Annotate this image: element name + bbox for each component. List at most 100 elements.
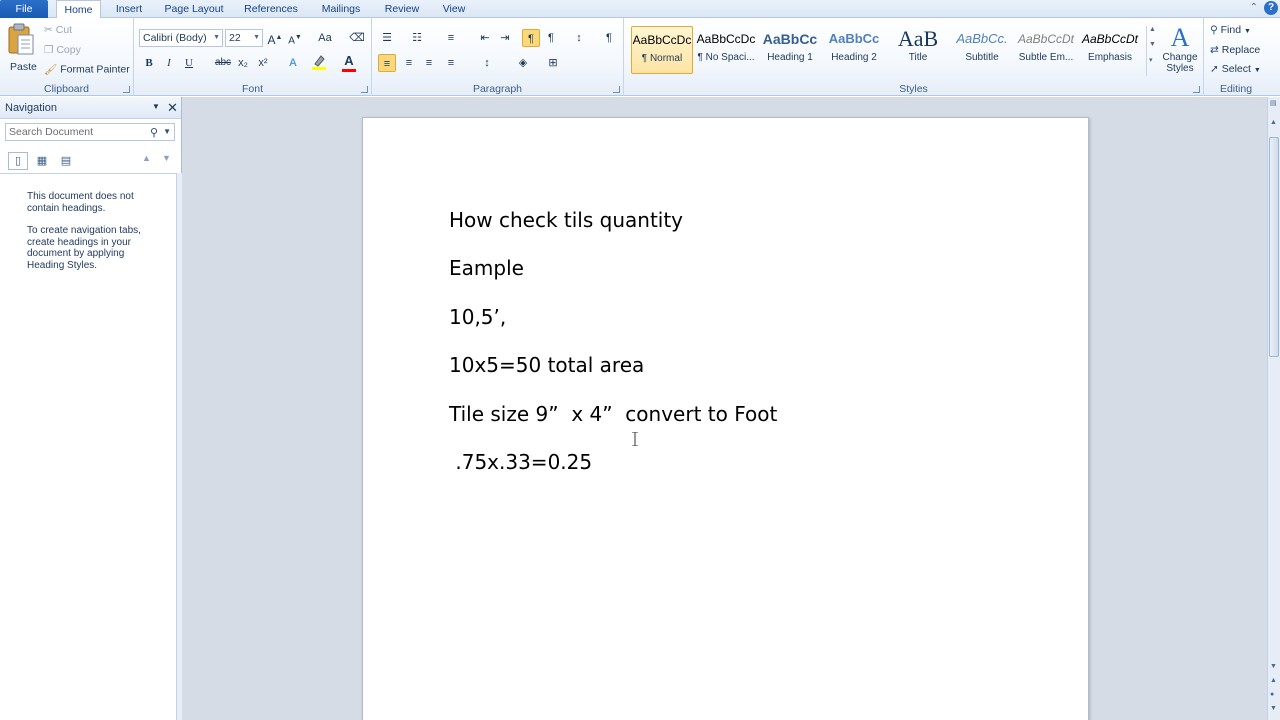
style-heading-1[interactable]: AaBbCc Heading 1 bbox=[759, 26, 821, 74]
style-no-spacing[interactable]: AaBbCcDc ¶ No Spaci... bbox=[695, 26, 757, 74]
style-subtitle[interactable]: AaBbCc. Subtitle bbox=[951, 26, 1013, 74]
chevron-down-icon[interactable]: ▼ bbox=[152, 102, 160, 111]
ruler-toggle-icon[interactable]: ▤ bbox=[1270, 99, 1277, 107]
browse-pages-icon[interactable]: ▦ bbox=[32, 152, 52, 170]
sort-icon[interactable]: ↕ bbox=[570, 29, 588, 47]
align-right-icon[interactable]: ≡ bbox=[420, 54, 438, 72]
highlight-button[interactable] bbox=[310, 54, 328, 72]
scissors-icon: ✂ bbox=[44, 24, 53, 37]
decrease-indent-icon[interactable]: ⇤ bbox=[476, 29, 494, 47]
style-name: ¶ No Spaci... bbox=[697, 52, 755, 63]
close-icon[interactable]: ✕ bbox=[167, 100, 178, 116]
change-styles-label: Change Styles bbox=[1162, 52, 1198, 74]
styles-launcher-icon[interactable] bbox=[1193, 86, 1200, 93]
document-line[interactable]: How check tils quantity bbox=[449, 208, 683, 232]
style-subtle-emphasis[interactable]: AaBbCcDt Subtle Em... bbox=[1015, 26, 1077, 74]
underline-button[interactable]: U bbox=[180, 54, 198, 72]
borders-icon[interactable]: ⊞ bbox=[544, 54, 562, 72]
bullets-icon[interactable]: ☰ bbox=[378, 29, 396, 47]
text-effects-icon[interactable]: A bbox=[284, 54, 302, 72]
style-emphasis[interactable]: AaBbCcDt Emphasis bbox=[1079, 26, 1141, 74]
grow-font-button[interactable]: A▲ bbox=[266, 29, 284, 47]
vertical-scrollbar[interactable]: ▤ ▲ ▼ ▲ ● ▼ bbox=[1267, 97, 1280, 720]
strikethrough-button[interactable]: abc bbox=[212, 54, 234, 72]
change-styles-button[interactable]: A Change Styles bbox=[1160, 24, 1200, 75]
ltr-direction-icon[interactable]: ¶ bbox=[522, 29, 540, 47]
document-line[interactable]: 10,5’, bbox=[449, 305, 506, 329]
style-heading-2[interactable]: AaBbCc Heading 2 bbox=[823, 26, 885, 74]
tab-insert[interactable]: Insert bbox=[108, 0, 150, 18]
scroll-up-icon[interactable]: ▲ bbox=[1270, 119, 1277, 126]
document-line[interactable]: .75x.33=0.25 bbox=[449, 450, 592, 474]
document-page[interactable]: How check tils quantity Eample 10,5’, 10… bbox=[362, 117, 1089, 720]
font-size-combo[interactable]: 22 ▼ bbox=[225, 29, 263, 47]
justify-icon[interactable]: ≡ bbox=[442, 54, 460, 72]
numbering-icon[interactable]: ☷ bbox=[408, 29, 426, 47]
shading-icon[interactable]: ◈ bbox=[514, 54, 532, 72]
document-line[interactable]: Tile size 9” x 4” convert to Foot bbox=[449, 402, 777, 426]
tab-view[interactable]: View bbox=[436, 0, 472, 18]
font-launcher-icon[interactable] bbox=[361, 86, 368, 93]
minimize-ribbon-icon[interactable]: ⌃ bbox=[1250, 2, 1258, 13]
replace-icon: ⇄ bbox=[1210, 44, 1219, 56]
tab-home[interactable]: Home bbox=[56, 0, 101, 19]
scrollbar-thumb[interactable] bbox=[1269, 137, 1279, 357]
styles-gallery-scroll[interactable]: ▲ ▼ ▾ bbox=[1146, 26, 1156, 76]
font-color-button[interactable]: A bbox=[340, 54, 358, 72]
replace-button[interactable]: ⇄ Replace bbox=[1210, 44, 1260, 56]
line-spacing-icon[interactable]: ↕ bbox=[478, 54, 496, 72]
tab-review[interactable]: Review bbox=[378, 0, 426, 18]
scroll-down-icon[interactable]: ▼ bbox=[1270, 663, 1277, 670]
grow-font-icon: A bbox=[267, 33, 276, 47]
search-icon[interactable]: ⚲ bbox=[150, 125, 158, 141]
browse-object-icon[interactable]: ● bbox=[1270, 691, 1274, 698]
tab-references[interactable]: References bbox=[238, 0, 304, 18]
tab-page-layout[interactable]: Page Layout bbox=[160, 0, 228, 18]
document-line[interactable]: 10x5=50 total area bbox=[449, 353, 644, 377]
format-painter-button[interactable]: 🖌 Format Painter bbox=[44, 63, 130, 76]
show-formatting-button[interactable]: ¶ bbox=[600, 29, 618, 47]
subscript-button[interactable]: x₂ bbox=[234, 54, 252, 72]
browse-headings-icon[interactable]: ▯ bbox=[8, 152, 28, 170]
document-line[interactable]: Eample bbox=[449, 256, 524, 280]
font-family-combo[interactable]: Calibri (Body) ▼ bbox=[139, 29, 223, 47]
chevron-down-icon: ▼ bbox=[253, 34, 260, 41]
paragraph-group-label: Paragraph bbox=[472, 83, 523, 95]
clipboard-launcher-icon[interactable] bbox=[123, 86, 130, 93]
font-family-value: Calibri (Body) bbox=[143, 32, 207, 44]
shrink-font-button[interactable]: A▼ bbox=[286, 29, 304, 47]
select-button[interactable]: ➚ Select ▼ bbox=[1210, 63, 1261, 75]
style-normal[interactable]: AaBbCcDc ¶ Normal bbox=[631, 26, 693, 74]
clear-formatting-icon[interactable]: ⌫ bbox=[348, 29, 366, 47]
tab-file[interactable]: File bbox=[0, 0, 48, 18]
browse-results-icon[interactable]: ▤ bbox=[56, 152, 76, 170]
next-icon[interactable]: ▼ bbox=[162, 153, 171, 163]
bold-button[interactable]: B bbox=[140, 54, 158, 72]
cut-button[interactable]: ✂ Cut bbox=[44, 24, 72, 36]
style-title[interactable]: AaB Title bbox=[887, 26, 949, 74]
multilevel-list-icon[interactable]: ≡ bbox=[442, 29, 460, 47]
tab-mailings[interactable]: Mailings bbox=[314, 0, 368, 18]
rtl-direction-icon[interactable]: ¶ bbox=[542, 29, 560, 47]
change-case-button[interactable]: Aa bbox=[314, 29, 336, 47]
paste-button[interactable]: Paste bbox=[6, 23, 38, 75]
previous-icon[interactable]: ▲ bbox=[142, 153, 151, 163]
italic-button[interactable]: I bbox=[160, 54, 178, 72]
previous-page-icon[interactable]: ▲ bbox=[1270, 677, 1277, 684]
superscript-button[interactable]: x² bbox=[254, 54, 272, 72]
style-sample: AaBbCcDt bbox=[1017, 32, 1075, 46]
paragraph-launcher-icon[interactable] bbox=[613, 86, 620, 93]
align-left-icon[interactable]: ≡ bbox=[378, 54, 396, 72]
styles-group: AaBbCcDc ¶ Normal AaBbCcDc ¶ No Spaci...… bbox=[624, 18, 1204, 96]
paragraph-group: ☰ ☷ ≡ ⇤ ⇥ ¶ ¶ ↕ ¶ ≡ ≡ ≡ ≡ ↕ ◈ ⊞ Paragrap… bbox=[372, 18, 624, 96]
navigation-divider bbox=[0, 173, 181, 174]
help-icon[interactable]: ? bbox=[1264, 1, 1278, 15]
cursor-arrow-icon: ➚ bbox=[1210, 63, 1219, 75]
find-button[interactable]: ⚲ Find ▼ bbox=[1210, 24, 1251, 36]
increase-indent-icon[interactable]: ⇥ bbox=[496, 29, 514, 47]
align-center-icon[interactable]: ≡ bbox=[400, 54, 418, 72]
copy-button[interactable]: ❐ Copy bbox=[44, 44, 81, 56]
next-page-icon[interactable]: ▼ bbox=[1270, 705, 1277, 712]
search-input[interactable]: Search Document ⚲ ▼ bbox=[5, 123, 175, 141]
chevron-down-icon[interactable]: ▼ bbox=[163, 124, 171, 140]
